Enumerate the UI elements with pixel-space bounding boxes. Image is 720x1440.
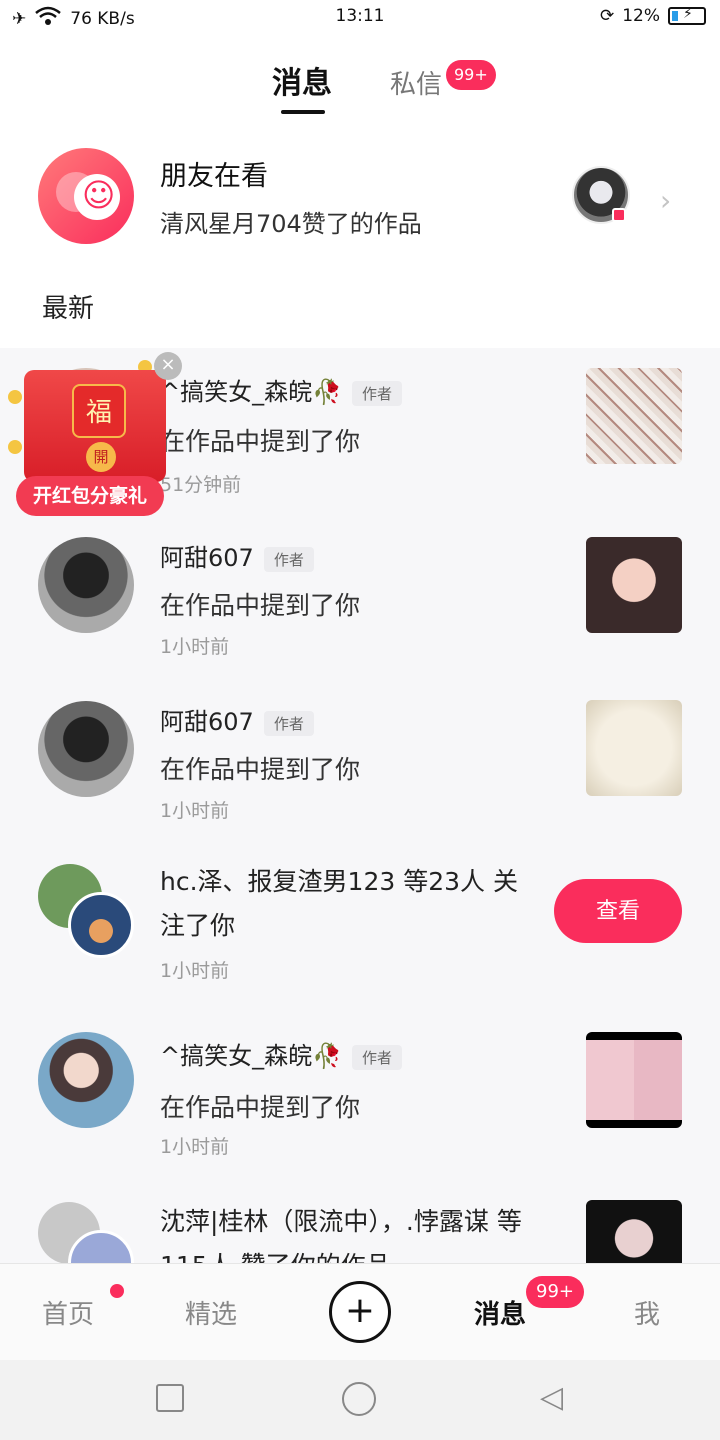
timestamp: 1小时前 [160, 960, 230, 982]
avatar[interactable] [68, 892, 134, 958]
battery-percent: 12% [622, 6, 660, 26]
nav-messages[interactable]: 消息 [474, 1294, 526, 1331]
post-thumbnail[interactable] [586, 537, 682, 633]
chevron-right-icon[interactable]: › [660, 184, 671, 217]
lock-rotation-icon: ⟳ [599, 6, 615, 26]
back-icon[interactable]: ◁ [540, 1380, 563, 1415]
red-packet-widget[interactable]: 福 開 × 开红包分豪礼 [8, 352, 188, 516]
like-text: 沈萍|桂林（限流中），.悖露谋 等 115人 赞了你的作品 [160, 1207, 522, 1263]
avatar[interactable] [38, 1032, 134, 1128]
tab-private-messages[interactable]: 私信 [390, 64, 442, 101]
system-nav-bar: ◁ [0, 1360, 720, 1440]
notification-text: 在作品中提到了你 [160, 591, 361, 620]
friends-watching-subtitle: 清风星月704赞了的作品 [160, 210, 422, 238]
post-thumbnail[interactable] [586, 368, 682, 464]
home-icon[interactable] [342, 1382, 376, 1416]
bottom-nav: 首页 精选 + 消息 99+ 我 [0, 1263, 720, 1360]
section-title-latest: 最新 [42, 294, 95, 324]
timestamp: 1小时前 [160, 1136, 230, 1158]
home-notification-dot [110, 1284, 124, 1298]
view-button[interactable]: 查看 [554, 879, 682, 943]
notification-text: 在作品中提到了你 [160, 1093, 361, 1122]
create-button[interactable]: + [329, 1281, 391, 1343]
author-tag: 作者 [352, 380, 403, 406]
tab-indicator [281, 110, 325, 114]
avatar[interactable] [38, 537, 134, 633]
list-item[interactable]: 沈萍|桂林（限流中），.悖露谋 等 115人 赞了你的作品 [0, 1184, 720, 1263]
post-thumbnail[interactable] [586, 700, 682, 796]
friends-watching-icon [38, 148, 134, 244]
list-item[interactable]: ^搞笑女_森皖🥀 作者 在作品中提到了你 1小时前 [0, 1016, 720, 1180]
battery-icon: ⚡ [668, 6, 706, 25]
post-thumbnail[interactable] [586, 1200, 682, 1263]
recent-apps-icon[interactable] [156, 1384, 184, 1412]
notification-text: 在作品中提到了你 [160, 755, 361, 784]
author-tag: 作者 [263, 710, 314, 736]
red-packet-label[interactable]: 开红包分豪礼 [16, 476, 164, 516]
friends-watching-row[interactable]: 朋友在看 清风星月704赞了的作品 › [0, 144, 720, 254]
messages-badge: 99+ [526, 1276, 584, 1308]
list-item[interactable]: 阿甜607 作者 在作品中提到了你 1小时前 [0, 512, 720, 676]
user-name[interactable]: 阿甜607 [160, 544, 254, 572]
nav-me[interactable]: 我 [634, 1294, 660, 1331]
nav-home[interactable]: 首页 [42, 1294, 94, 1331]
nav-featured[interactable]: 精选 [185, 1294, 237, 1331]
timestamp: 1小时前 [160, 636, 230, 658]
follow-text: hc.泽、报复渣男123 等23人 关注了你 [160, 867, 518, 940]
close-icon[interactable]: × [154, 352, 182, 380]
user-name[interactable]: 阿甜607 [160, 708, 254, 736]
list-item[interactable]: 阿甜607 作者 在作品中提到了你 1小时前 [0, 676, 720, 840]
tab-messages[interactable]: 消息 [272, 58, 332, 102]
friend-avatar-badge [612, 208, 626, 222]
coin-icon [8, 440, 22, 454]
notification-text: 在作品中提到了你 [160, 427, 361, 456]
status-bar: ✈ 76 KB/s 13:11 ⟳ 12% ⚡ [0, 0, 720, 36]
author-tag: 作者 [352, 1044, 403, 1070]
friends-watching-title: 朋友在看 [160, 161, 268, 192]
avatar[interactable] [38, 701, 134, 797]
author-tag: 作者 [263, 546, 314, 572]
red-packet-icon[interactable]: 福 開 [24, 370, 166, 482]
post-thumbnail[interactable] [586, 1032, 682, 1128]
tab-bar: 消息 私信 99+ [0, 54, 720, 114]
fu-icon: 福 [72, 384, 126, 438]
list-item[interactable]: hc.泽、报复渣男123 等23人 关注了你 1小时前 查看 [0, 840, 720, 1016]
timestamp: 1小时前 [160, 800, 230, 822]
user-name[interactable]: ^搞笑女_森皖🥀 [160, 1042, 342, 1070]
private-messages-badge: 99+ [446, 60, 496, 90]
coin-icon [8, 390, 22, 404]
header-section: 消息 私信 99+ 朋友在看 清风星月704赞了的作品 › 最新 [0, 36, 720, 348]
open-icon: 開 [86, 442, 116, 472]
